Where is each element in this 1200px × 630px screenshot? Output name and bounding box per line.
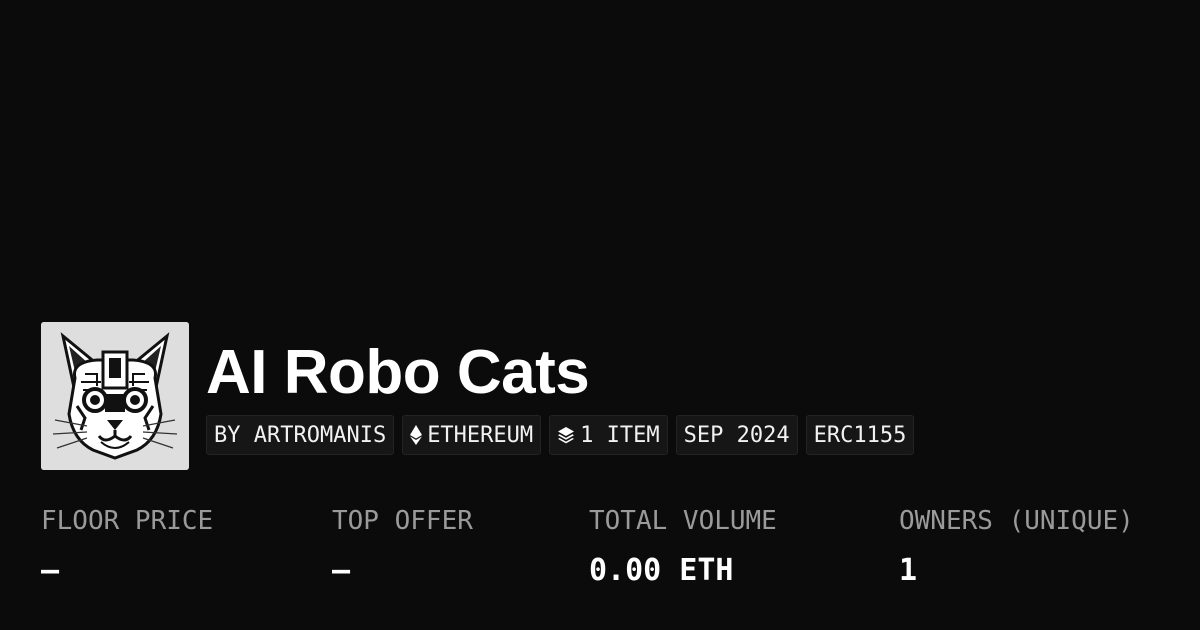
stat-value: 1: [899, 553, 918, 588]
stat-top-offer: TOP OFFER —: [332, 502, 473, 589]
standard-badge-label: ERC1155: [813, 422, 907, 448]
collection-title: AI Robo Cats: [206, 338, 590, 407]
robot-cat-logo-icon: [41, 322, 189, 470]
collection-avatar: [41, 322, 189, 470]
stat-label: OWNERS (UNIQUE): [899, 506, 1134, 536]
stat-label: TOTAL VOLUME: [589, 506, 777, 536]
stat-value: —: [41, 553, 60, 588]
date-badge-label: SEP 2024: [683, 422, 790, 448]
chain-badge[interactable]: ETHEREUM: [402, 415, 542, 455]
stat-label: TOP OFFER: [332, 506, 473, 536]
items-badge[interactable]: 1 ITEM: [549, 415, 668, 455]
ethereum-icon: [410, 425, 423, 445]
stat-owners: OWNERS (UNIQUE) 1: [899, 502, 1134, 589]
date-badge: SEP 2024: [675, 415, 798, 455]
layers-icon: [557, 426, 575, 444]
stat-value: 0.00 ETH: [589, 553, 734, 588]
creator-badge-label: BY ARTROMANIS: [214, 422, 387, 448]
stat-floor-price: FLOOR PRICE —: [41, 502, 213, 589]
stat-total-volume: TOTAL VOLUME 0.00 ETH: [589, 502, 777, 589]
items-badge-label: 1 ITEM: [580, 422, 660, 448]
chain-badge-label: ETHEREUM: [427, 422, 534, 448]
collection-badges: BY ARTROMANIS ETHEREUM 1 ITEM SEP 2024 E…: [206, 415, 915, 455]
standard-badge: ERC1155: [805, 415, 915, 455]
creator-badge[interactable]: BY ARTROMANIS: [206, 415, 395, 455]
stat-label: FLOOR PRICE: [41, 506, 214, 536]
stat-value: —: [332, 553, 351, 588]
